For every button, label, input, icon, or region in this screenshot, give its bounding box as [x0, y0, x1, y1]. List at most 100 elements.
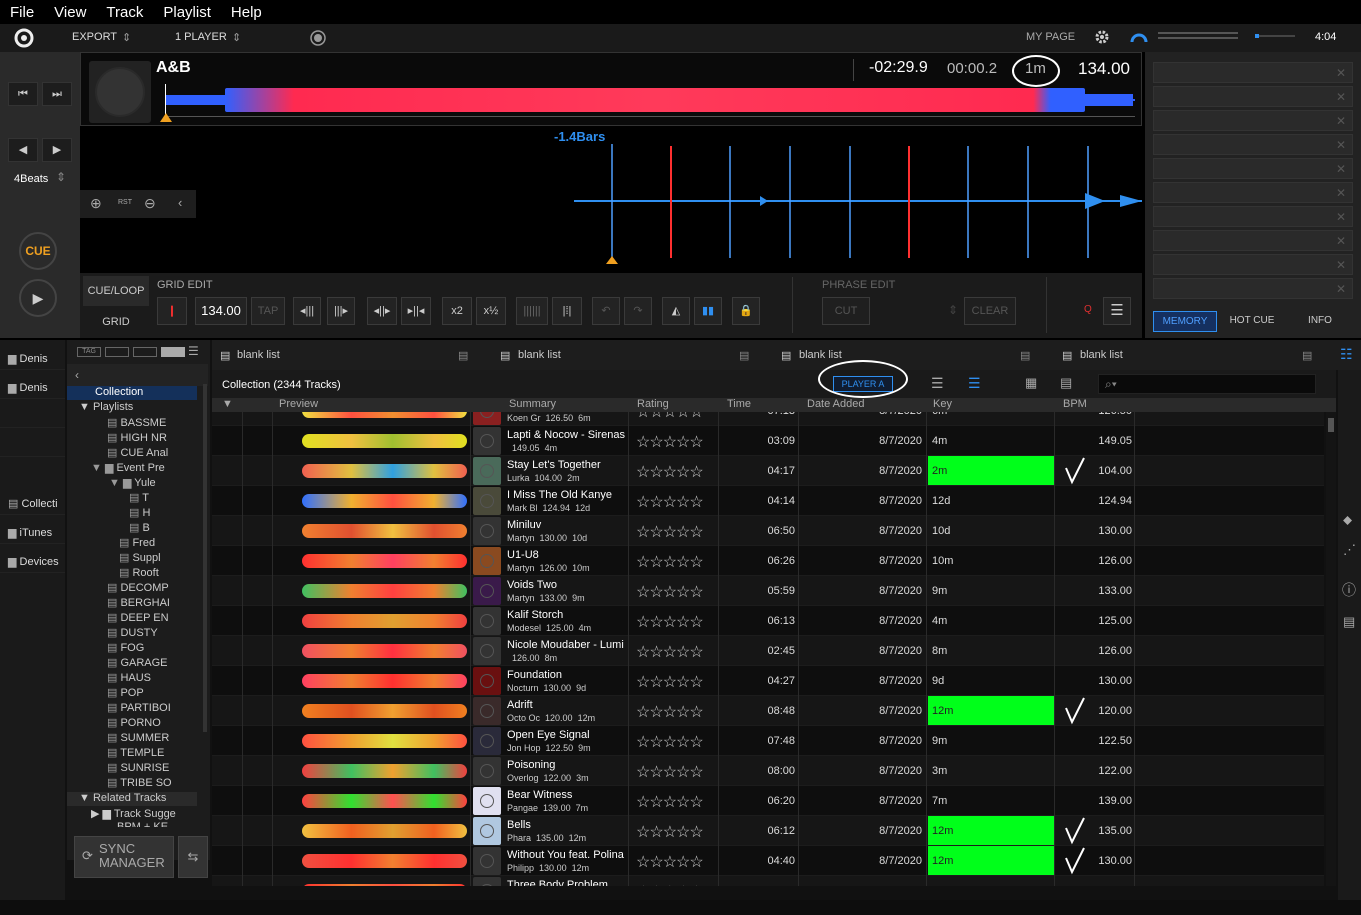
table-row[interactable]: U1-U8 Martyn 126.00 10m ☆☆☆☆☆ 06:26 8/7/2020…	[212, 546, 1324, 576]
beat-jump-size[interactable]: 4Beats	[14, 173, 48, 185]
close-icon[interactable]: ✕	[1336, 234, 1346, 248]
memory-slot[interactable]: ✕	[1153, 254, 1353, 275]
preview-waveform[interactable]	[302, 644, 467, 658]
memory-slot[interactable]: ✕	[1153, 62, 1353, 83]
tree-item[interactable]: ▤ TEMPLE	[107, 746, 164, 759]
tree-item[interactable]: ▤ GARAGE	[107, 656, 168, 669]
back-arrow-icon[interactable]: ‹	[67, 364, 208, 386]
preview-waveform[interactable]	[302, 704, 467, 718]
layout-toggle-icon[interactable]: ☷	[1340, 346, 1353, 363]
close-icon[interactable]: ✕	[1336, 90, 1346, 104]
tree-item[interactable]: ▤ SUMMER	[107, 731, 169, 744]
tag-button[interactable]: TAG	[77, 347, 101, 357]
rating-stars[interactable]: ☆☆☆☆☆	[636, 522, 704, 542]
undo-button[interactable]: ↶	[592, 297, 620, 325]
table-row[interactable]: Koen Gr 126.50 6m ☆☆☆☆☆ 07:13 8/7/2020 6m 126…	[212, 412, 1324, 426]
tree-track-suggest[interactable]: ▶ ▆ Track Sugge	[91, 807, 176, 820]
filter-icon[interactable]: ▼	[222, 398, 233, 410]
collapse-icon[interactable]: ‹	[178, 195, 182, 210]
headphones-icon[interactable]	[1129, 28, 1149, 48]
overview-waveform[interactable]	[165, 85, 1135, 115]
preview-waveform[interactable]	[302, 434, 467, 448]
menu-file[interactable]: File	[10, 4, 34, 21]
tree-item[interactable]: ▤ SUNRISE	[107, 761, 169, 774]
tab-memory[interactable]: MEMORY	[1153, 311, 1217, 332]
table-row[interactable]: Lapti & Nocow - Sirenas 149.05 4m ☆☆☆☆☆ 03…	[212, 426, 1324, 456]
tree-item[interactable]: ▤ Suppl	[119, 551, 161, 564]
gear-icon[interactable]	[1093, 28, 1111, 46]
list-menu-icon[interactable]: ▤	[458, 349, 468, 362]
col-summary[interactable]: Summary	[509, 398, 556, 410]
tree-item[interactable]: ▤ T	[129, 491, 149, 504]
grid-expand-button[interactable]: ▸||◂	[401, 297, 431, 325]
clear-button[interactable]: CLEAR	[964, 297, 1016, 325]
tree-related-tracks[interactable]: ▼ Related Tracks	[79, 792, 166, 804]
tree-item[interactable]: ▤ DUSTY	[107, 626, 158, 639]
preview-waveform[interactable]	[302, 464, 467, 478]
table-row[interactable]: Foundation Nocturn 130.00 9d ☆☆☆☆☆ 04:27 8/7…	[212, 666, 1324, 696]
preview-waveform[interactable]	[302, 412, 467, 418]
rating-stars[interactable]: ☆☆☆☆☆	[636, 492, 704, 512]
tree-item[interactable]: ▤ DEEP EN	[107, 611, 169, 624]
blank-list-tab[interactable]: blank list	[1080, 349, 1123, 361]
table-scrollbar[interactable]	[1326, 412, 1336, 886]
export-mode-selector[interactable]: EXPORT	[72, 31, 117, 43]
close-icon[interactable]: ✕	[1336, 138, 1346, 152]
preview-waveform[interactable]	[302, 524, 467, 538]
col-preview[interactable]: Preview	[279, 398, 318, 410]
list-view-icon[interactable]: ☰	[931, 375, 944, 392]
rating-stars[interactable]: ☆☆☆☆☆	[636, 732, 704, 752]
share-icon[interactable]: ⋰	[1343, 542, 1356, 558]
table-row[interactable]: Kalif Storch Modesel 125.00 4m ☆☆☆☆☆ 06:13 8…	[212, 606, 1324, 636]
play-button[interactable]: ▶	[19, 279, 57, 317]
memory-slot[interactable]: ✕	[1153, 158, 1353, 179]
tree-item[interactable]: ▤ H	[129, 506, 150, 519]
grid-bpm-field[interactable]: 134.00	[195, 297, 247, 325]
source-item[interactable]	[0, 431, 65, 457]
tree-item[interactable]: ▤ FOG	[107, 641, 144, 654]
close-icon[interactable]: ✕	[1336, 66, 1346, 80]
col-bpm[interactable]: BPM	[1063, 398, 1087, 410]
tree-item[interactable]: ▤ DECOMP	[107, 581, 169, 594]
grid-shift-left-button[interactable]: ◂|||	[293, 297, 321, 325]
source-item[interactable]	[0, 402, 65, 428]
source-item[interactable]: ▆ Denis	[0, 344, 65, 370]
table-row[interactable]: Adrift Octo Oc 120.00 12m ☆☆☆☆☆ 08:48 8/7/20…	[212, 696, 1324, 726]
search-input[interactable]: ⌕▾	[1098, 374, 1316, 394]
beat-jump-back-button[interactable]: ◀	[8, 138, 38, 162]
lock-icon[interactable]: 🔒	[732, 297, 760, 325]
volume-slider[interactable]	[1255, 34, 1295, 38]
memory-slot[interactable]: ✕	[1153, 182, 1353, 203]
beat-jump-forward-button[interactable]: ▶	[42, 138, 72, 162]
tree-item[interactable]: ▤ BERGHAI	[107, 596, 170, 609]
table-row[interactable]: Voids Two Martyn 133.00 9m ☆☆☆☆☆ 05:59 8/7/2…	[212, 576, 1324, 606]
grid-shrink-button[interactable]: ◂||▸	[367, 297, 397, 325]
split-view-icon[interactable]: ▤	[1060, 375, 1072, 391]
menu-help[interactable]: Help	[231, 4, 262, 21]
detail-view-icon[interactable]: ☰	[968, 375, 981, 392]
table-row[interactable]: Stay Let's Together Lurka 104.00 2m ☆☆☆☆☆ 0…	[212, 456, 1324, 486]
info-icon[interactable]: ⓘ	[1342, 580, 1356, 600]
close-icon[interactable]: ✕	[1336, 282, 1346, 296]
tree-playlists[interactable]: ▼ Playlists	[79, 401, 133, 413]
tab-info[interactable]: INFO	[1287, 311, 1353, 332]
memory-slot[interactable]: ✕	[1153, 206, 1353, 227]
rating-stars[interactable]: ☆☆☆☆☆	[636, 582, 704, 602]
preview-waveform[interactable]	[302, 494, 467, 508]
preview-waveform[interactable]	[302, 764, 467, 778]
menu-view[interactable]: View	[54, 4, 86, 21]
blank-list-tab[interactable]: blank list	[237, 349, 280, 361]
my-page-link[interactable]: MY PAGE	[1026, 31, 1075, 43]
source-item-itunes[interactable]: ▆ iTunes	[0, 518, 65, 544]
grid-marker-button[interactable]: ❙	[157, 297, 187, 325]
mobile-sync-button[interactable]: ⇆	[178, 836, 208, 878]
tree-item[interactable]: ▤ CUE Anal	[107, 446, 168, 459]
rating-stars[interactable]: ☆☆☆☆☆	[636, 612, 704, 632]
table-row[interactable]: Nicole Moudaber - Lumi 126.00 8m ☆☆☆☆☆ 02:…	[212, 636, 1324, 666]
tree-item[interactable]: ▤ B	[129, 521, 150, 534]
tap-button[interactable]: TAP	[251, 297, 285, 325]
source-item[interactable]: ▆ Denis	[0, 373, 65, 399]
tree-item[interactable]: ▤ POP	[107, 686, 144, 699]
tree-item[interactable]: ▤ Rooft	[119, 566, 159, 579]
grid-set-button[interactable]: |⁞|	[552, 297, 582, 325]
